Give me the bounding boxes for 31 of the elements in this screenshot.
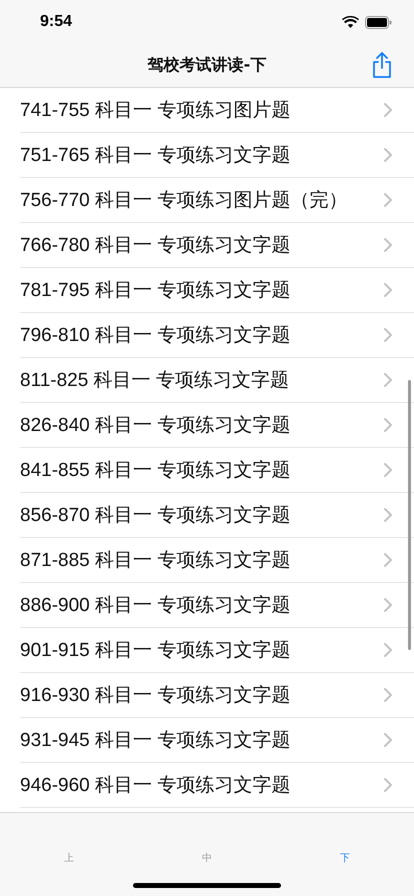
- chevron-icon: [384, 598, 392, 612]
- chevron-icon: [384, 373, 392, 387]
- list-row[interactable]: 781-795 科目一 专项练习文字题: [20, 268, 414, 313]
- list-row[interactable]: 741-755 科目一 专项练习图片题: [20, 88, 414, 133]
- status-time: 9:54: [40, 13, 72, 31]
- list-row[interactable]: 916-930 科目一 专项练习文字题: [20, 673, 414, 718]
- nav-title: 驾校考试讲读-下: [148, 55, 266, 76]
- chevron-icon: [384, 508, 392, 522]
- list-row[interactable]: 931-945 科目一 专项练习文字题: [20, 718, 414, 763]
- list-row[interactable]: 766-780 科目一 专项练习文字题: [20, 223, 414, 268]
- tab[interactable]: 下: [276, 833, 414, 883]
- list-row[interactable]: 756-770 科目一 专项练习图片题（完）: [20, 178, 414, 223]
- chevron-icon: [384, 283, 392, 297]
- chevron-icon: [384, 463, 392, 477]
- chevron-icon: [384, 688, 392, 702]
- chevron-icon: [384, 328, 392, 342]
- list-row[interactable]: 796-810 科目一 专项练习文字题: [20, 313, 414, 358]
- chevron-icon: [384, 103, 392, 117]
- chevron-icon: [384, 193, 392, 207]
- chevron-icon: [384, 733, 392, 747]
- chevron-icon: [384, 778, 392, 792]
- list-row[interactable]: 946-960 科目一 专项练习文字题: [20, 763, 414, 808]
- wifi-icon: [342, 16, 359, 28]
- chevron-icon: [384, 148, 392, 162]
- battery-icon: [365, 16, 392, 28]
- chevron-icon: [384, 418, 392, 432]
- list-row[interactable]: 751-765 科目一 专项练习文字题: [20, 133, 414, 178]
- share-button[interactable]: [370, 50, 394, 80]
- chevron-icon: [384, 643, 392, 657]
- chevron-icon: [384, 553, 392, 567]
- chevron-icon: [384, 238, 392, 252]
